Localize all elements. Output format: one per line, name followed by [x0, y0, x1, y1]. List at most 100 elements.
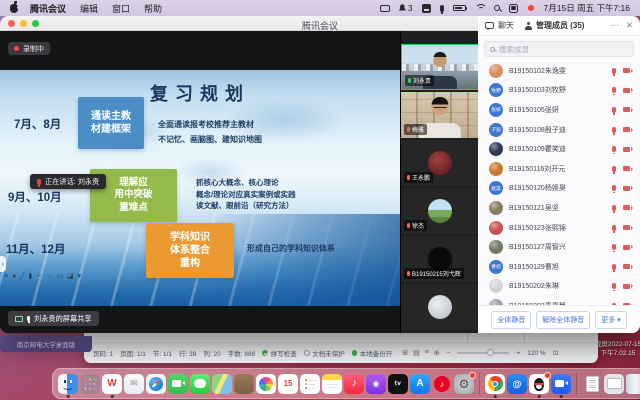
blue-at-app-icon[interactable]: @	[507, 374, 527, 394]
panel-close-icon[interactable]: ✕	[626, 20, 633, 31]
menu-clock[interactable]: 7月15日 周五 下午7:16	[544, 2, 630, 14]
zoom-window-button[interactable]	[32, 20, 39, 27]
camera-off-icon[interactable]	[623, 68, 630, 73]
video-tile[interactable]: 徐杰	[401, 188, 478, 234]
member-row[interactable]: B19150102朱逸雯	[478, 61, 640, 81]
collapse-icon[interactable]: ▾	[78, 273, 82, 281]
member-row[interactable]: B19150127周智兴	[478, 237, 640, 257]
maps-icon[interactable]	[212, 374, 232, 394]
camera-off-icon[interactable]	[623, 205, 630, 210]
highlighter-icon[interactable]: ▮	[29, 273, 33, 281]
mic-off-icon[interactable]	[612, 264, 616, 270]
mic-off-icon[interactable]	[612, 283, 616, 289]
window-preview-icon[interactable]	[604, 374, 624, 394]
photos-icon[interactable]	[256, 374, 276, 394]
video-tile[interactable]: B19150215刘弋辉	[401, 236, 478, 282]
annotation-collapse-handle[interactable]: ‹	[0, 256, 6, 272]
app-store-icon[interactable]: A	[410, 374, 430, 394]
member-row[interactable]: 牧野B19150103刘牧野	[478, 81, 640, 101]
menu-item[interactable]: 帮助	[144, 2, 162, 15]
camera-off-icon[interactable]	[623, 264, 630, 269]
camera-off-icon[interactable]	[623, 147, 630, 152]
member-row[interactable]: 张妍B19150105张妍	[478, 100, 640, 120]
mic-off-icon[interactable]	[612, 244, 616, 250]
camera-off-icon[interactable]	[623, 88, 630, 93]
chrome-icon[interactable]	[485, 374, 505, 394]
finder-icon[interactable]	[58, 374, 78, 394]
podcasts-icon[interactable]: ◉	[366, 374, 386, 394]
wps-icon[interactable]: W	[102, 374, 122, 394]
mic-status-icon[interactable]	[440, 5, 444, 12]
member-row[interactable]: B19150116刘开元	[478, 159, 640, 179]
panel-more-icon[interactable]: ⋯	[610, 20, 619, 31]
video-tile[interactable]: 王永鹏	[401, 140, 478, 186]
zoom-slider[interactable]	[457, 352, 509, 354]
close-window-button[interactable]	[8, 20, 15, 27]
mic-off-icon[interactable]	[612, 146, 616, 152]
tencent-meeting-icon[interactable]	[551, 374, 571, 394]
menu-item[interactable]: 编辑	[80, 2, 98, 15]
camera-off-icon[interactable]	[623, 225, 630, 230]
meeting-menubar-icon[interactable]	[527, 4, 535, 12]
member-row[interactable]: 曹旭B19150129曹旭	[478, 257, 640, 277]
calendar-icon[interactable]: 15	[278, 374, 298, 394]
mic-off-icon[interactable]	[612, 127, 616, 133]
reminders-icon[interactable]	[300, 374, 320, 394]
messages-icon[interactable]	[190, 374, 210, 394]
wps-spellcheck[interactable]: 拼写检查	[262, 348, 297, 358]
wps-protection[interactable]: 文档未保护	[304, 348, 345, 358]
view-mode-icon-1[interactable]: ⊞	[402, 349, 408, 357]
laser-pointer-icon[interactable]: ●	[12, 273, 16, 281]
system-settings-icon[interactable]: ⚙	[454, 374, 474, 394]
netease-music-icon[interactable]: ♪	[432, 374, 452, 394]
member-row[interactable]: B19150109瞿笑迪	[478, 139, 640, 159]
panel-footer-button[interactable]: 更多 ▾	[595, 311, 626, 329]
mic-off-icon[interactable]	[612, 205, 616, 211]
member-search-box[interactable]	[484, 41, 634, 57]
panel-footer-button[interactable]: 全体静音	[491, 311, 531, 329]
drag-handle-icon[interactable]: ≡	[4, 273, 8, 281]
fit-page-icon[interactable]: ⊡	[553, 349, 558, 357]
view-mode-icon-3[interactable]: ≡	[425, 349, 429, 357]
zoom-slider-thumb[interactable]	[487, 349, 494, 356]
mic-off-icon[interactable]	[612, 87, 616, 93]
eraser-icon[interactable]: ◪	[67, 273, 74, 281]
desktop-screenshot-label[interactable]: 截屏2022-07-15 下午7.02.15	[593, 340, 640, 358]
tab-chat[interactable]: 聊天	[485, 20, 514, 31]
spotlight-search-icon[interactable]	[494, 5, 500, 11]
zoom-out-button[interactable]: −	[447, 350, 451, 357]
safari-icon[interactable]	[146, 374, 166, 394]
trash-icon[interactable]	[626, 374, 640, 394]
member-row[interactable]: 子迪B19150108殷子迪	[478, 120, 640, 140]
mic-off-icon[interactable]	[612, 166, 616, 172]
camera-off-icon[interactable]	[623, 245, 630, 250]
video-tile[interactable]	[401, 284, 478, 330]
member-row[interactable]: B19150123张熙锦	[478, 218, 640, 238]
mic-off-icon[interactable]	[612, 68, 616, 74]
notes-icon[interactable]	[322, 374, 342, 394]
camera-off-icon[interactable]	[623, 127, 630, 132]
view-mode-icon-4[interactable]: ⊕	[434, 349, 440, 357]
apple-menu-icon[interactable]	[10, 4, 18, 13]
music-icon[interactable]: ♪	[344, 374, 364, 394]
facetime-icon[interactable]	[168, 374, 188, 394]
line-tool-icon[interactable]: ─	[36, 273, 41, 281]
mic-off-icon[interactable]	[612, 107, 616, 113]
notification-bell-icon[interactable]: 3	[399, 3, 413, 13]
battery-icon[interactable]	[453, 5, 466, 12]
input-source-icon[interactable]	[422, 4, 431, 13]
tab-members[interactable]: 管理成员 (35)	[524, 20, 584, 31]
window-titlebar[interactable]	[0, 16, 478, 31]
wps-backup[interactable]: 本地备份开	[352, 348, 393, 358]
wifi-icon[interactable]	[475, 4, 485, 12]
document-icon[interactable]	[582, 374, 602, 394]
video-tile[interactable]: 梅雅	[401, 92, 478, 138]
zoom-level[interactable]: 120 %	[527, 350, 545, 357]
wps-document-window[interactable]: 页码: 1 页面: 1/1 节: 1/1 行: 39 列: 20 字数: 888…	[84, 333, 598, 363]
member-search-input[interactable]	[499, 45, 628, 54]
books-icon[interactable]	[234, 374, 254, 394]
camera-off-icon[interactable]	[623, 284, 630, 289]
arrow-tool-icon[interactable]: →	[45, 273, 52, 281]
mail-icon[interactable]: ✉	[124, 374, 144, 394]
member-row[interactable]: 姬昊B19150120杨姬昊	[478, 179, 640, 199]
